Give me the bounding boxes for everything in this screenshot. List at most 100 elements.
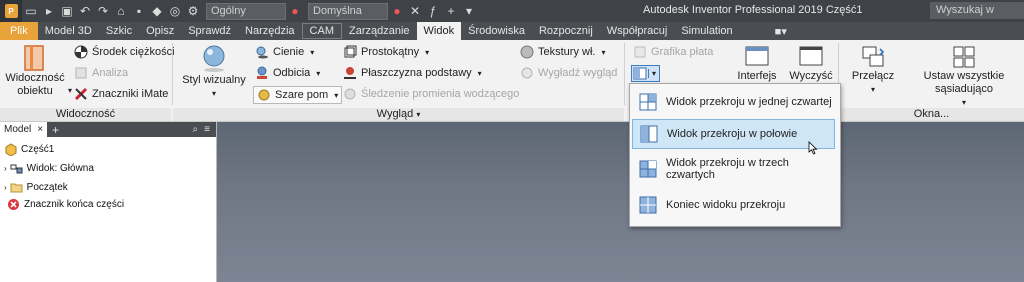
ray-tracing-label: Śledzenie promienia wodzącego xyxy=(361,88,520,100)
group-separator xyxy=(172,43,173,105)
smooth-label: Wygładź wygląd xyxy=(538,67,618,79)
user-interface-button[interactable]: Interfejs xyxy=(733,44,781,83)
group-title-okna: Okna... xyxy=(839,108,1024,121)
redo-icon[interactable]: ↷ xyxy=(94,2,112,20)
tab-sprawdz[interactable]: Sprawdź xyxy=(181,22,238,40)
tab-opisz[interactable]: Opisz xyxy=(139,22,181,40)
analysis-label: Analiza xyxy=(92,67,129,79)
ground-plane-item[interactable]: Płaszczyzna podstawy ▾ xyxy=(343,66,482,80)
ray-tracing-icon xyxy=(344,88,356,100)
graphics-window[interactable] xyxy=(217,122,1024,282)
section-view-split-button[interactable]: ▾ xyxy=(631,65,661,82)
center-gravity-label: Środek ciężkości xyxy=(92,46,175,58)
adjust-icon[interactable]: ● xyxy=(388,2,406,20)
expand-icon[interactable]: › xyxy=(4,183,7,192)
tab-wspolpracuj[interactable]: Współpracuj xyxy=(600,22,675,40)
ray-tracing-item[interactable]: Śledzenie promienia wodzącego xyxy=(343,87,519,101)
undo-icon[interactable]: ↶ xyxy=(76,2,94,20)
select-icon[interactable]: ▪ xyxy=(130,2,148,20)
half-section-label: Widok przekroju w połowie xyxy=(667,128,798,140)
reflections-item[interactable]: Odbicia ▾ xyxy=(255,66,320,80)
analysis-item[interactable]: Analiza xyxy=(74,66,128,80)
menu-item-quarter-section[interactable]: Widok przekroju w jednej czwartej xyxy=(632,87,835,117)
update-icon[interactable]: ◆ xyxy=(148,2,166,20)
tree-item-part[interactable]: Część1 xyxy=(4,143,54,156)
camera-icon[interactable]: ■▾ xyxy=(768,22,794,40)
flat-graphics-item[interactable]: Grafika płata xyxy=(633,45,713,59)
plus-icon[interactable]: + xyxy=(442,2,460,20)
clean-screen-button[interactable]: Wyczyść xyxy=(787,44,835,83)
object-visibility-button[interactable]: Widoczność obiektu xyxy=(4,44,66,98)
menu-item-end-section[interactable]: Koniec widoku przekroju xyxy=(632,190,835,220)
ribbon-tabs: Plik Model 3D Szkic Opisz Sprawdź Narzęd… xyxy=(0,22,1024,40)
three-quarter-section-icon xyxy=(639,160,657,178)
part-icon xyxy=(5,143,17,156)
visibility-dropdown-arrow[interactable]: ▾ xyxy=(66,84,74,97)
section-view-arrow[interactable]: ▾ xyxy=(648,69,659,78)
visual-style-button[interactable]: Styl wizualny ▾ xyxy=(181,44,247,100)
color-wheel-icon[interactable]: ● xyxy=(286,2,304,20)
browser-tab-model[interactable]: Model × xyxy=(0,122,48,137)
tab-simulation[interactable]: Simulation xyxy=(674,22,739,40)
material-value: Domyślna xyxy=(313,5,362,17)
shadows-item[interactable]: Cienie ▾ xyxy=(255,45,314,59)
settings-icon[interactable]: ⚙ xyxy=(184,2,202,20)
textures-item[interactable]: Tekstury wł. ▾ xyxy=(520,45,605,59)
tree-label-view: Widok: Główna xyxy=(26,163,94,174)
tab-szkic[interactable]: Szkic xyxy=(99,22,139,40)
app-logo[interactable]: P xyxy=(0,0,22,22)
switch-arrow: ▾ xyxy=(870,85,875,94)
three-quarter-section-label: Widok przekroju w trzech czwartych xyxy=(666,157,789,181)
expand-icon[interactable]: › xyxy=(4,164,7,173)
menu-icon[interactable]: ≡ xyxy=(204,124,210,135)
open-file-icon[interactable]: ▸ xyxy=(40,2,58,20)
orthographic-item[interactable]: Prostokątny ▾ xyxy=(343,45,429,59)
tree-item-origin[interactable]: › Początek xyxy=(4,181,68,194)
browser-tab-label: Model xyxy=(4,124,32,135)
fx-icon[interactable]: ƒ xyxy=(424,2,442,20)
more-icon[interactable]: ▾ xyxy=(460,2,478,20)
save-icon[interactable]: ▣ xyxy=(58,2,76,20)
visual-style-label: Styl wizualny xyxy=(182,74,246,86)
add-browser-icon[interactable]: + xyxy=(52,123,59,137)
tree-item-end-of-part[interactable]: Znacznik końca części xyxy=(7,198,124,211)
end-section-label: Koniec widoku przekroju xyxy=(666,199,786,211)
gray-room-combo[interactable]: Szare pom ▾ xyxy=(253,86,343,104)
tree-label-part: Część1 xyxy=(21,144,55,155)
tab-cam[interactable]: CAM xyxy=(301,23,342,39)
object-visibility-icon xyxy=(24,45,44,71)
help-search-input[interactable]: Wyszukaj w pomoc xyxy=(930,2,1024,33)
center-of-gravity-item[interactable]: Środek ciężkości xyxy=(74,45,175,59)
tab-plik[interactable]: Plik xyxy=(0,22,38,40)
half-section-icon xyxy=(633,67,647,80)
imate-glyphs-item[interactable]: Znaczniki iMate xyxy=(74,87,168,101)
window-title: Autodesk Inventor Professional 2019 Częś… xyxy=(643,4,863,16)
mouse-cursor-icon xyxy=(808,141,818,155)
wyglad-expand-icon[interactable]: ▾ xyxy=(416,110,420,119)
measure-icon[interactable]: ◎ xyxy=(166,2,184,20)
smooth-appearance-item[interactable]: Wygładź wygląd xyxy=(520,66,617,80)
tab-srodowiska[interactable]: Środowiska xyxy=(461,22,532,40)
new-file-icon[interactable]: ▭ xyxy=(22,2,40,20)
search-icon[interactable]: ⌕ xyxy=(193,124,199,135)
tab-rozpocznij[interactable]: Rozpocznij xyxy=(532,22,600,40)
tile-windows-button[interactable]: Ustaw wszystkie sąsiadująco ▾ xyxy=(904,44,1024,109)
group-title-wyglad: Wygląd ▾ xyxy=(173,108,624,121)
close-icon[interactable]: × xyxy=(37,124,43,135)
tab-widok[interactable]: Widok xyxy=(416,22,462,40)
appearance-combo[interactable]: Ogólny xyxy=(206,2,286,20)
ground-plane-arrow: ▾ xyxy=(477,68,482,78)
tab-model-3d[interactable]: Model 3D xyxy=(38,22,99,40)
switch-window-button[interactable]: Przełącz ▾ xyxy=(846,44,900,96)
tab-narzedzia[interactable]: Narzędzia xyxy=(238,22,302,40)
clear-override-icon[interactable]: ✕ xyxy=(406,2,424,20)
reflections-arrow: ▾ xyxy=(316,68,321,78)
material-combo[interactable]: Domyślna xyxy=(308,2,388,20)
tree-item-view[interactable]: › Widok: Główna xyxy=(4,162,94,175)
home-icon[interactable]: ⌂ xyxy=(112,2,130,20)
menu-item-three-quarter-section[interactable]: Widok przekroju w trzech czwartych xyxy=(632,154,835,184)
browser-header: Model × + ⌕ ≡ xyxy=(0,122,216,137)
menu-item-half-section[interactable]: Widok przekroju w połowie xyxy=(632,119,835,155)
model-browser: Model × + ⌕ ≡ Część1 › Widok: Główna › Po… xyxy=(0,122,217,282)
tab-zarzadzanie[interactable]: Zarządzanie xyxy=(342,22,417,40)
